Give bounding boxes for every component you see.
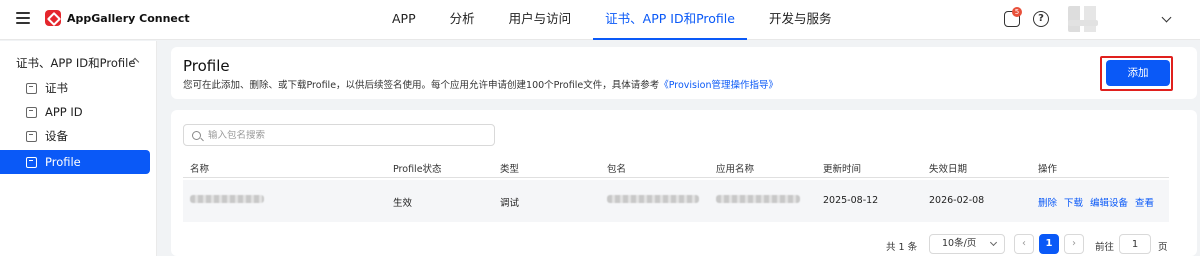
pagination: 共 1 条 10条/页 ‹ 1 › 前往 页 bbox=[171, 234, 1197, 256]
page-1-button[interactable]: 1 bbox=[1039, 234, 1059, 254]
column-header-actions: 操作 bbox=[1038, 164, 1058, 175]
sidebar-group-label: 证书、APP ID和Profile bbox=[16, 56, 136, 70]
column-header-status: Profile状态 bbox=[393, 164, 442, 175]
brand-name: AppGallery Connect bbox=[67, 11, 190, 25]
view-link[interactable]: 查看 bbox=[1135, 198, 1154, 209]
prev-page-button[interactable]: ‹ bbox=[1014, 234, 1034, 254]
app-id-icon bbox=[26, 106, 37, 118]
column-header-type: 类型 bbox=[500, 164, 520, 175]
sidebar-item-certificates[interactable]: 证书 bbox=[0, 76, 150, 100]
page-description-text: 您可在此添加、删除、或下载Profile，以供后续签名使用。每个应用允许申请创建… bbox=[183, 80, 660, 91]
cell-expires: 2026-02-08 bbox=[929, 195, 985, 206]
download-link[interactable]: 下载 bbox=[1064, 198, 1083, 209]
nav-app[interactable]: APP bbox=[380, 0, 428, 40]
search-icon bbox=[192, 130, 201, 140]
goto-page-input[interactable] bbox=[1119, 234, 1151, 254]
search-input[interactable] bbox=[208, 129, 468, 141]
nav-dev-services[interactable]: 开发与服务 bbox=[757, 0, 844, 40]
add-button-highlight-box bbox=[1100, 56, 1173, 91]
profile-table-card: 名称 Profile状态 类型 包名 应用名称 更新时间 失效日期 操作 生效 … bbox=[171, 110, 1197, 256]
delete-link[interactable]: 删除 bbox=[1038, 198, 1057, 209]
sidebar: 证书、APP ID和Profile 证书 APP ID 设备 Profile bbox=[0, 41, 157, 256]
provision-guide-link[interactable]: 《Provision管理操作指导》 bbox=[659, 80, 778, 91]
sidebar-item-label: APP ID bbox=[45, 105, 83, 119]
menu-icon[interactable] bbox=[16, 12, 30, 24]
next-page-button[interactable]: › bbox=[1064, 234, 1084, 254]
account-avatar[interactable] bbox=[1068, 6, 1108, 32]
page-size-value: 10条/页 bbox=[942, 238, 977, 249]
cell-app-name-redacted bbox=[716, 195, 800, 206]
column-header-expires: 失效日期 bbox=[929, 164, 968, 175]
nav-analytics[interactable]: 分析 bbox=[438, 0, 487, 40]
column-header-app-name: 应用名称 bbox=[716, 164, 755, 175]
edit-devices-link[interactable]: 编辑设备 bbox=[1090, 198, 1128, 209]
sidebar-item-label: 设备 bbox=[45, 129, 68, 143]
help-icon[interactable]: ? bbox=[1033, 11, 1049, 27]
goto-label: 前往 bbox=[1095, 242, 1115, 253]
cell-name-redacted bbox=[190, 195, 264, 206]
sidebar-item-label: 证书 bbox=[45, 81, 68, 95]
top-bar: AppGallery Connect APP 分析 用户与访问 证书、APP I… bbox=[0, 0, 1200, 40]
cell-updated: 2025-08-12 bbox=[823, 195, 879, 206]
cell-actions: 删除 下载 编辑设备 查看 bbox=[1038, 195, 1161, 209]
cell-type: 调试 bbox=[500, 198, 520, 209]
total-count: 共 1 条 bbox=[886, 242, 918, 253]
page-title: Profile bbox=[183, 57, 230, 75]
column-header-updated: 更新时间 bbox=[823, 164, 862, 175]
chevron-down-icon bbox=[989, 238, 998, 247]
certificate-icon bbox=[26, 82, 37, 94]
sidebar-item-profile[interactable]: Profile bbox=[0, 150, 150, 174]
sidebar-item-devices[interactable]: 设备 bbox=[0, 124, 150, 148]
column-header-name: 名称 bbox=[190, 164, 210, 175]
sidebar-item-label: Profile bbox=[45, 155, 81, 169]
cell-status: 生效 bbox=[393, 198, 413, 209]
sidebar-item-app-id[interactable]: APP ID bbox=[0, 100, 150, 124]
profile-icon bbox=[26, 156, 37, 168]
brand[interactable]: AppGallery Connect bbox=[45, 10, 190, 26]
nav-certificates[interactable]: 证书、APP ID和Profile bbox=[593, 0, 747, 40]
table-row: 生效 调试 2025-08-12 2026-02-08 删除 下载 编辑设备 查看 bbox=[183, 180, 1169, 222]
sidebar-group-header[interactable]: 证书、APP ID和Profile bbox=[16, 55, 141, 71]
nav-users-access[interactable]: 用户与访问 bbox=[497, 0, 584, 40]
page-description: 您可在此添加、删除、或下载Profile，以供后续签名使用。每个应用允许申请创建… bbox=[183, 77, 778, 91]
table-header: 名称 Profile状态 类型 包名 应用名称 更新时间 失效日期 操作 bbox=[183, 156, 1169, 178]
column-header-package: 包名 bbox=[607, 164, 627, 175]
main-nav: APP 分析 用户与访问 证书、APP ID和Profile 开发与服务 bbox=[380, 0, 843, 40]
appgallery-logo-icon bbox=[45, 10, 61, 26]
chevron-down-icon[interactable] bbox=[1161, 12, 1172, 23]
notification-badge: 5 bbox=[1012, 7, 1022, 17]
cell-package-redacted bbox=[607, 195, 699, 206]
package-search[interactable] bbox=[183, 124, 495, 146]
page-header-card: Profile 您可在此添加、删除、或下载Profile，以供后续签名使用。每个… bbox=[171, 47, 1197, 99]
device-icon bbox=[26, 130, 37, 142]
goto-suffix: 页 bbox=[1158, 242, 1168, 253]
page-size-select[interactable]: 10条/页 bbox=[929, 234, 1005, 254]
